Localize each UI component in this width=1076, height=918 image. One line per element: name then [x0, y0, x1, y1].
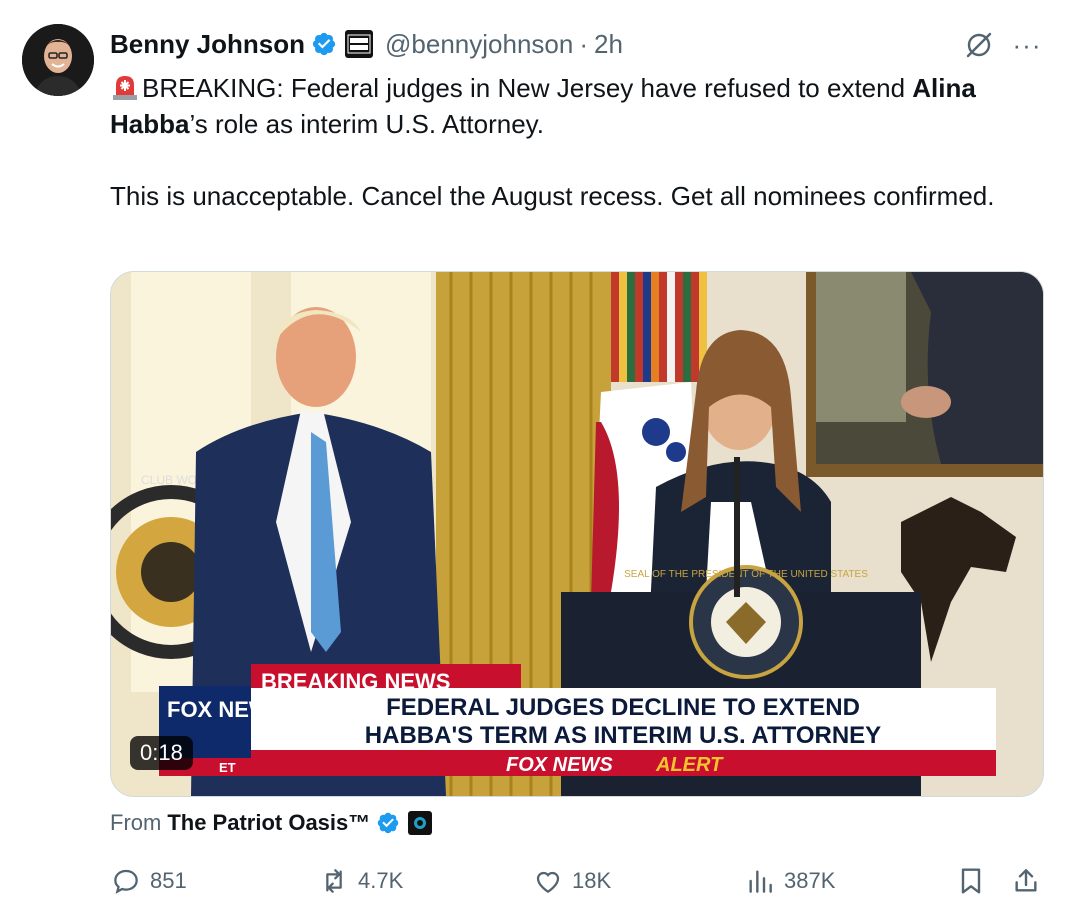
tweet-header: Benny Johnson @bennyjohnson · 2h [110, 26, 623, 62]
video-duration: 0:18 [130, 736, 193, 770]
repost-count: 4.7K [358, 868, 404, 893]
tweet-text-part: ’s role as interim U.S. Attorney. [189, 109, 544, 139]
separator: · [579, 28, 588, 59]
share-button[interactable] [1010, 862, 1050, 900]
bookmark-icon [961, 868, 981, 894]
source-name[interactable]: The Patriot Oasis™ [167, 810, 370, 836]
verified-icon[interactable] [311, 31, 337, 57]
seal-text: SEAL OF THE PRESIDENT OF THE UNITED STAT… [624, 569, 868, 580]
headline-line-2: HABBA'S TERM AS INTERIM U.S. ATTORNEY [365, 722, 881, 749]
repost-button[interactable]: 4.7K [318, 862, 403, 900]
bookmark-button[interactable] [955, 862, 995, 900]
reply-icon [114, 869, 138, 894]
tweet-text-part: BREAKING: Federal judges in New Jersey h… [142, 73, 913, 103]
video-player[interactable]: ES ARM CLUB WOR SEAL OF THE PRESIDENT OF… [110, 271, 1044, 797]
grok-icon[interactable] [962, 28, 996, 62]
views-button[interactable]: 387K [744, 862, 835, 900]
share-icon [1015, 869, 1037, 892]
headline-line-1: FEDERAL JUDGES DECLINE TO EXTEND [386, 694, 860, 721]
reply-button[interactable]: 851 [110, 862, 187, 900]
more-icon[interactable]: ··· [1010, 28, 1044, 62]
like-icon [536, 871, 560, 893]
network-logo: FOX NEWS [167, 697, 284, 722]
author-name[interactable]: Benny Johnson [110, 29, 305, 60]
author-avatar[interactable] [22, 24, 94, 96]
alert-prefix: FOX NEWS [506, 754, 613, 776]
source-affiliate-badge[interactable] [408, 811, 433, 835]
tweet-actions: 851 4.7K 18K 387K [110, 862, 1040, 900]
author-handle[interactable]: @bennyjohnson [385, 29, 573, 60]
tweet-paragraph-2: This is unacceptable. Cancel the August … [110, 181, 995, 211]
source-prefix: From [110, 810, 162, 835]
tweet-paragraph-1: BREAKING: Federal judges in New Jersey h… [110, 70, 1040, 142]
reply-count: 851 [150, 868, 187, 893]
alert-suffix: ALERT [655, 754, 724, 776]
views-count: 387K [784, 868, 836, 893]
time-zone: ET [219, 760, 236, 775]
verified-icon[interactable] [376, 811, 400, 835]
like-count: 18K [572, 868, 612, 893]
like-button[interactable]: 18K [532, 862, 611, 900]
repost-icon [326, 869, 342, 893]
video-frame: ES ARM CLUB WOR SEAL OF THE PRESIDENT OF… [111, 272, 1043, 796]
video-source: From The Patriot Oasis™ [110, 810, 433, 836]
tweet-text: BREAKING: Federal judges in New Jersey h… [110, 70, 1040, 214]
siren-icon [113, 76, 137, 100]
affiliate-badge[interactable] [345, 30, 374, 58]
timestamp[interactable]: 2h [594, 29, 623, 60]
views-icon [749, 870, 772, 893]
